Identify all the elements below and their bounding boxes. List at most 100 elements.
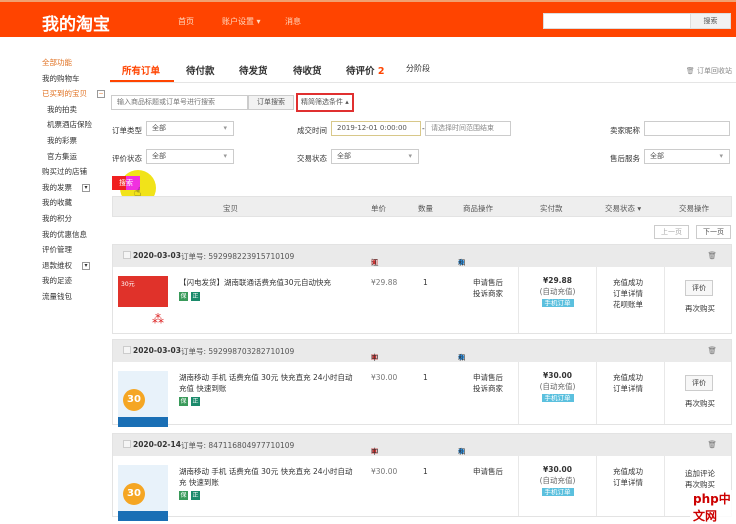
order-header: 2020-02-14 订单号: 847116804977710109 ▣中国移动…: [113, 434, 731, 500]
paid-cell: ¥30.00 (自动充值) 手机订单: [518, 456, 596, 516]
action-link[interactable]: 再次购买: [685, 303, 715, 314]
seller-input[interactable]: [644, 121, 730, 136]
item-ops: 申请售后 投诉商家: [473, 277, 503, 299]
paid-note: (自动充值): [539, 382, 576, 391]
product-image[interactable]: 30元 ⁂: [118, 276, 168, 332]
sidebar-item[interactable]: 我的积分: [42, 211, 105, 227]
item-op-link[interactable]: 申请售后: [473, 372, 503, 383]
sidebar-item[interactable]: 我的优惠信息: [42, 227, 105, 243]
item-op-link[interactable]: 申请售后: [473, 277, 503, 288]
order-checkbox[interactable]: [123, 440, 131, 448]
sidebar-item-label: 已买到的宝贝: [42, 89, 87, 99]
sidebar-item[interactable]: 退款维权 ▾: [42, 258, 105, 274]
sidebar-item-label: 评价管理: [42, 245, 72, 255]
product-image[interactable]: 30: [118, 371, 168, 427]
simplify-filters-toggle[interactable]: 精简筛选条件 ▴: [296, 93, 354, 112]
sidebar-item[interactable]: 我的发票 ▾: [42, 180, 105, 196]
trade-status-select[interactable]: 全部: [331, 149, 419, 164]
status-link[interactable]: 订单详情: [613, 383, 643, 394]
order-card: 2020-02-14 订单号: 847116804977710109 ▣中国移动…: [112, 433, 732, 521]
sidebar-item[interactable]: 评价管理: [42, 242, 105, 258]
sidebar-item[interactable]: 我的足迹: [42, 273, 105, 289]
tab-installment[interactable]: 分阶段: [406, 63, 430, 74]
nav-messages[interactable]: 消息: [285, 16, 301, 27]
tab-all-orders[interactable]: 所有订单: [122, 63, 160, 77]
sidebar-item[interactable]: 购买过的店铺: [42, 164, 105, 180]
status-cell: 充值成功 订单详情 花呗账单: [596, 267, 664, 333]
product-title[interactable]: 湖南移动 手机 话费充值 30元 快充直充 24小时自动充值 快速到账: [179, 372, 354, 394]
delete-order-icon[interactable]: 🗑: [707, 440, 717, 449]
product-image[interactable]: 30: [118, 465, 168, 521]
sidebar-item[interactable]: 流量钱包: [42, 289, 105, 305]
sidebar-item[interactable]: 我的购物车: [42, 71, 105, 87]
item-op-link[interactable]: 投诉商家: [473, 383, 503, 394]
sidebar-title[interactable]: 全部功能: [42, 55, 105, 71]
item-ops: 申请售后: [473, 466, 503, 477]
nav-home[interactable]: 首页: [178, 16, 194, 27]
table-header: 宝贝 单价 数量 商品操作 实付款 交易状态 ▾ 交易操作: [112, 196, 732, 217]
sidebar-item-label: 我的优惠信息: [42, 229, 87, 239]
tab-pending-payment[interactable]: 待付款: [186, 63, 215, 77]
recycle-label: 订单回收站: [697, 67, 732, 75]
order-search-button[interactable]: 订单搜索: [248, 95, 294, 110]
order-checkbox[interactable]: [123, 251, 131, 259]
rate-button[interactable]: 评价: [685, 280, 713, 296]
product-title[interactable]: 湖南移动 手机 话费充值 30元 快充直充 24小时自动充 快速到账: [179, 466, 354, 488]
item-op-link[interactable]: 投诉商家: [473, 288, 503, 299]
delete-order-icon[interactable]: 🗑: [707, 251, 717, 260]
sidebar-item-label: 我的足迹: [42, 276, 72, 286]
status-link: 充值成功: [613, 373, 643, 382]
rate-status-label: 评价状态: [112, 154, 142, 163]
header-search-input[interactable]: [543, 13, 691, 29]
rate-button[interactable]: 评价: [685, 375, 713, 391]
paid-note: (自动充值): [539, 287, 576, 296]
col-trade-ops: 交易操作: [679, 204, 709, 213]
recycle-bin-link[interactable]: 🗑 订单回收站: [686, 66, 732, 76]
sidebar-item[interactable]: 我的彩票: [42, 133, 105, 149]
item-op-link[interactable]: 申请售后: [473, 466, 503, 477]
sidebar-item[interactable]: 已买到的宝贝 −: [42, 86, 105, 102]
tab-pending-shipment[interactable]: 待发货: [239, 63, 268, 77]
order-checkbox[interactable]: [123, 346, 131, 354]
prev-page-button[interactable]: 上一页: [654, 225, 689, 239]
sidebar-item[interactable]: 我的拍卖: [42, 102, 105, 118]
unit-price: ¥29.88: [371, 278, 398, 287]
paid-cell: ¥30.00 (自动充值) 手机订单: [518, 362, 596, 424]
delete-order-icon[interactable]: 🗑: [707, 346, 717, 355]
sidebar-item[interactable]: 官方集运: [42, 149, 105, 165]
sidebar-item[interactable]: 机票酒店保险: [42, 117, 105, 133]
order-header: 2020-03-03 订单号: 592998703282710109 ▣中国移动…: [113, 340, 731, 406]
order-body: 30元 ⁂ 【闪电发货】湖南联通话费充值30元自动快充 保正 ¥29.88 1 申…: [113, 267, 731, 333]
action-link[interactable]: 再次购买: [685, 479, 715, 490]
expand-toggle-icon[interactable]: ▾: [82, 261, 90, 270]
next-page-button[interactable]: 下一页: [696, 225, 731, 239]
status-link[interactable]: 花呗账单: [613, 299, 643, 310]
tab-pending-receipt[interactable]: 待收货: [293, 63, 322, 77]
sidebar-item[interactable]: 我的收藏: [42, 195, 105, 211]
time-start-input[interactable]: 2019-12-01 0:00:00: [331, 121, 421, 136]
actions-cell: 评价 再次购买: [664, 362, 733, 424]
action-link[interactable]: 再次购买: [685, 398, 715, 409]
logo[interactable]: 我的淘宝: [42, 10, 110, 35]
nav-account-settings[interactable]: 账户设置 ▾: [222, 16, 261, 27]
tab-pending-review[interactable]: 待评价 2: [346, 63, 384, 77]
product-title[interactable]: 【闪电发货】湖南联通话费充值30元自动快充: [179, 277, 354, 288]
order-card: 2020-03-03 订单号: 592998223915710109 ▣江山话费…: [112, 244, 732, 334]
status-link[interactable]: 订单详情: [613, 288, 643, 299]
rate-status-select[interactable]: 全部: [146, 149, 234, 164]
sidebar-item-label: 我的积分: [42, 213, 72, 223]
status-link[interactable]: 订单详情: [613, 477, 643, 488]
time-end-input[interactable]: 请选择时间范围结束: [425, 121, 511, 136]
expand-toggle-icon[interactable]: −: [97, 90, 105, 99]
header-search-button[interactable]: 搜索: [690, 13, 731, 29]
after-sale-select[interactable]: 全部: [644, 149, 730, 164]
after-sale-label: 售后服务: [610, 154, 640, 163]
unit-price: ¥30.00: [371, 373, 398, 382]
order-search-input[interactable]: [111, 95, 248, 110]
deal-time-label: 成交时间: [297, 126, 327, 135]
order-type-select[interactable]: 全部: [146, 121, 234, 136]
order-date: 2020-03-03: [133, 346, 181, 355]
expand-toggle-icon[interactable]: ▾: [82, 183, 90, 192]
col-trade-status[interactable]: 交易状态 ▾: [605, 203, 641, 214]
action-link[interactable]: 追加评论: [685, 468, 715, 479]
